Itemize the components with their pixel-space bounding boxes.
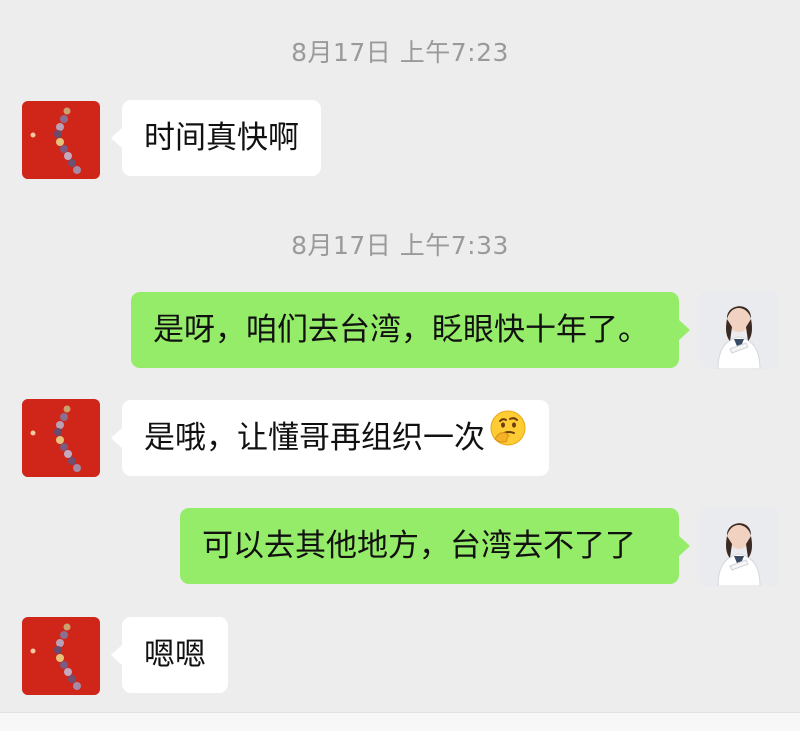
my-avatar[interactable] — [700, 508, 778, 586]
message-text: 可以去其他地方，台湾去不了了 — [202, 528, 636, 564]
message-bubble-incoming[interactable]: 嗯嗯 — [111, 617, 228, 693]
message-text: 是哦，让懂哥再组织一次 — [144, 420, 485, 456]
message-text: 是呀，咱们去台湾，眨眼快十年了。 — [153, 312, 649, 348]
timestamp-1: 8月17日 上午7:23 — [291, 38, 509, 67]
message-text: 嗯嗯 — [144, 637, 206, 673]
input-bar-edge — [0, 712, 800, 731]
message-bubble-incoming[interactable]: 是哦，让懂哥再组织一次 — [111, 399, 549, 476]
my-avatar[interactable] — [700, 291, 778, 369]
thinking-face-icon — [489, 399, 527, 475]
contact-avatar[interactable] — [22, 617, 100, 695]
contact-avatar[interactable] — [22, 101, 100, 179]
contact-avatar[interactable] — [22, 399, 100, 477]
message-text: 时间真快啊 — [144, 120, 299, 156]
message-bubble-outgoing[interactable]: 可以去其他地方，台湾去不了了 — [180, 508, 690, 584]
timestamp-2: 8月17日 上午7:33 — [291, 231, 509, 260]
message-bubble-outgoing[interactable]: 是呀，咱们去台湾，眨眼快十年了。 — [131, 292, 690, 368]
message-bubble-incoming[interactable]: 时间真快啊 — [111, 100, 321, 176]
